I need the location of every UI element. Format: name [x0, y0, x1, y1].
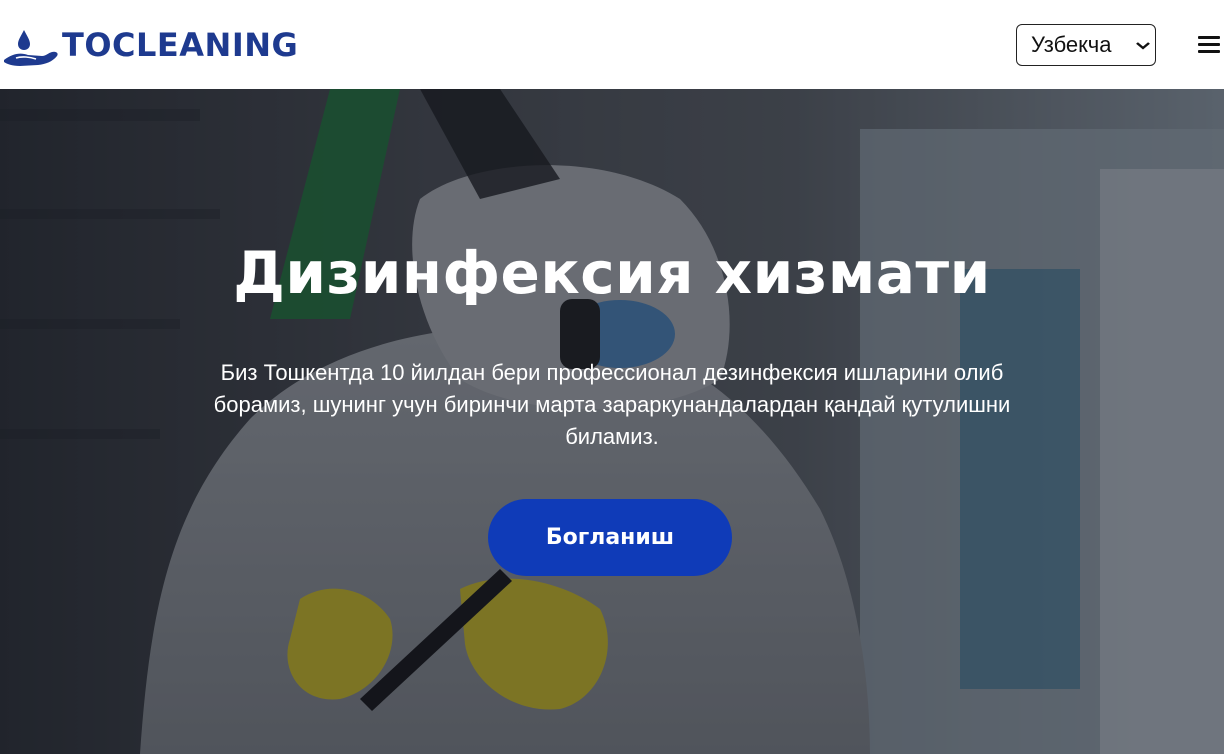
hero-section: Дизинфексия хизмати Биз Тошкентда 10 йил…: [0, 89, 1224, 754]
language-select[interactable]: Узбекча: [1016, 23, 1156, 66]
logo-text: TOCLEANING: [62, 25, 299, 64]
site-header: TOCLEANING Узбекча: [0, 0, 1224, 89]
header-controls: Узбекча: [1016, 23, 1224, 66]
hero-description: Биз Тошкентда 10 йилдан бери профессиона…: [213, 360, 1011, 449]
contact-button[interactable]: Богланиш: [488, 499, 732, 576]
logo[interactable]: TOCLEANING: [2, 22, 298, 68]
hero-title: Дизинфексия хизмати: [233, 239, 991, 307]
language-select-value: Узбекча: [1031, 31, 1112, 57]
hamburger-menu-icon[interactable]: [1198, 35, 1220, 54]
chevron-down-icon: [1136, 37, 1150, 53]
hand-water-drop-icon: [2, 22, 62, 68]
